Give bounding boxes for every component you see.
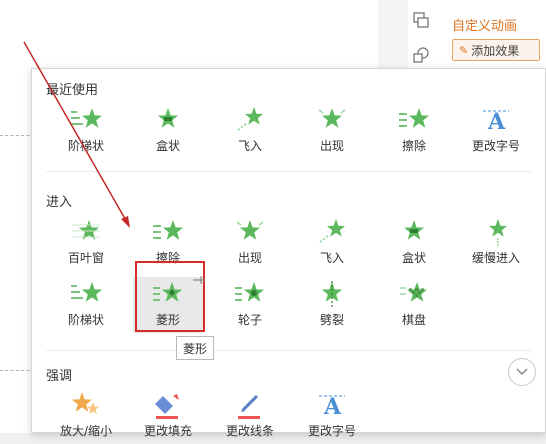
fly-in-effect-icon: [233, 105, 267, 135]
appear-effect-icon: [233, 217, 267, 247]
section-title-emphasis: 强调: [46, 365, 72, 384]
effect-item-split[interactable]: 劈裂: [297, 277, 367, 333]
chevron-down-icon: [515, 367, 529, 377]
effect-item-box[interactable]: 盒状: [379, 215, 449, 271]
effect-label: 更改线条: [226, 422, 274, 439]
effect-item-stairs[interactable]: 阶梯状: [51, 103, 121, 159]
effect-item-change-fill[interactable]: 更改填充: [133, 388, 203, 444]
checkerboard-effect-icon: [397, 279, 431, 309]
effect-label: 擦除: [156, 249, 180, 266]
effect-label: 擦除: [402, 137, 426, 154]
effect-item-ease-in[interactable]: 缓慢进入: [461, 215, 531, 271]
effect-item-grow-shrink[interactable]: 放大/缩小: [51, 388, 121, 444]
effect-item-diamond[interactable]: 菱形: [133, 277, 203, 333]
split-effect-icon: [315, 279, 349, 309]
appear-effect-icon: [315, 105, 349, 135]
box-effect-icon: [397, 217, 431, 247]
diamond-effect-icon: [151, 279, 185, 309]
effect-item-appear[interactable]: 出现: [215, 215, 285, 271]
section-divider: [46, 171, 531, 172]
section-divider: [46, 350, 531, 351]
select-pane-icon[interactable]: [411, 10, 431, 30]
effect-item-box[interactable]: 盒状: [133, 103, 203, 159]
effect-item-wipe[interactable]: 擦除: [379, 103, 449, 159]
effect-item-change-font-size[interactable]: A 更改字号: [297, 388, 367, 444]
pin-icon: [193, 275, 205, 285]
font-size-effect-icon: A: [479, 105, 513, 135]
fly-in-effect-icon: [315, 217, 349, 247]
add-effect-label: 添加效果: [471, 42, 519, 59]
effect-item-appear[interactable]: 出现: [297, 103, 367, 159]
paint-bucket-icon: [151, 390, 185, 420]
font-size-effect-icon: A: [315, 390, 349, 420]
effect-label: 轮子: [238, 311, 262, 328]
blinds-effect-icon: [69, 217, 103, 247]
section-title-entrance: 进入: [46, 191, 72, 210]
effect-label: 飞入: [238, 137, 262, 154]
add-effect-button[interactable]: ✎ 添加效果 ▾: [452, 39, 540, 61]
section-title-recent: 最近使用: [46, 79, 98, 98]
effect-label: 缓慢进入: [472, 249, 520, 266]
effect-label: 阶梯状: [68, 137, 104, 154]
effect-item-change-font-size[interactable]: A 更改字号: [461, 103, 531, 159]
grow-shrink-effect-icon: [69, 390, 103, 420]
effect-label: 盒状: [402, 249, 426, 266]
wipe-effect-icon: [151, 217, 185, 247]
effect-item-stairs[interactable]: 阶梯状: [51, 277, 121, 333]
effect-label: 更改字号: [308, 422, 356, 439]
effect-item-change-line[interactable]: 更改线条: [215, 388, 285, 444]
effect-label: 菱形: [156, 311, 180, 328]
pane-toolbar-strip: [378, 0, 408, 70]
animation-effect-gallery: 最近使用 阶梯状 盒状 飞入 出现 擦除 A 更改字号 进入 百叶窗 擦除 出现: [31, 68, 546, 433]
pen-icon: ✎: [459, 44, 468, 57]
effect-label: 放大/缩小: [60, 422, 112, 439]
effect-item-wheel[interactable]: 轮子: [215, 277, 285, 333]
shapes-pane-icon[interactable]: [411, 45, 431, 65]
effect-label: 飞入: [320, 249, 344, 266]
effect-tooltip: 菱形: [176, 336, 214, 360]
ease-in-effect-icon: [479, 217, 513, 247]
effect-label: 出现: [238, 249, 262, 266]
wheel-effect-icon: [233, 279, 267, 309]
effect-label: 更改字号: [472, 137, 520, 154]
effect-item-blinds[interactable]: 百叶窗: [51, 215, 121, 271]
effect-item-fly-in[interactable]: 飞入: [215, 103, 285, 159]
effect-label: 更改填充: [144, 422, 192, 439]
effect-label: 劈裂: [320, 311, 344, 328]
effect-label: 盒状: [156, 137, 180, 154]
effect-label: 棋盘: [402, 311, 426, 328]
effect-item-checkerboard[interactable]: 棋盘: [379, 277, 449, 333]
pane-title: 自定义动画: [452, 15, 517, 34]
stairs-effect-icon: [69, 105, 103, 135]
svg-text:A: A: [323, 394, 342, 420]
effect-label: 阶梯状: [68, 311, 104, 328]
stairs-effect-icon: [69, 279, 103, 309]
effect-label: 出现: [320, 137, 344, 154]
svg-text:A: A: [487, 109, 506, 135]
wipe-effect-icon: [397, 105, 431, 135]
effect-item-fly-in[interactable]: 飞入: [297, 215, 367, 271]
expand-more-effects-button[interactable]: [508, 358, 536, 386]
box-effect-icon: [151, 105, 185, 135]
effect-label: 百叶窗: [68, 249, 104, 266]
effect-item-wipe[interactable]: 擦除: [133, 215, 203, 271]
pen-line-icon: [233, 390, 267, 420]
